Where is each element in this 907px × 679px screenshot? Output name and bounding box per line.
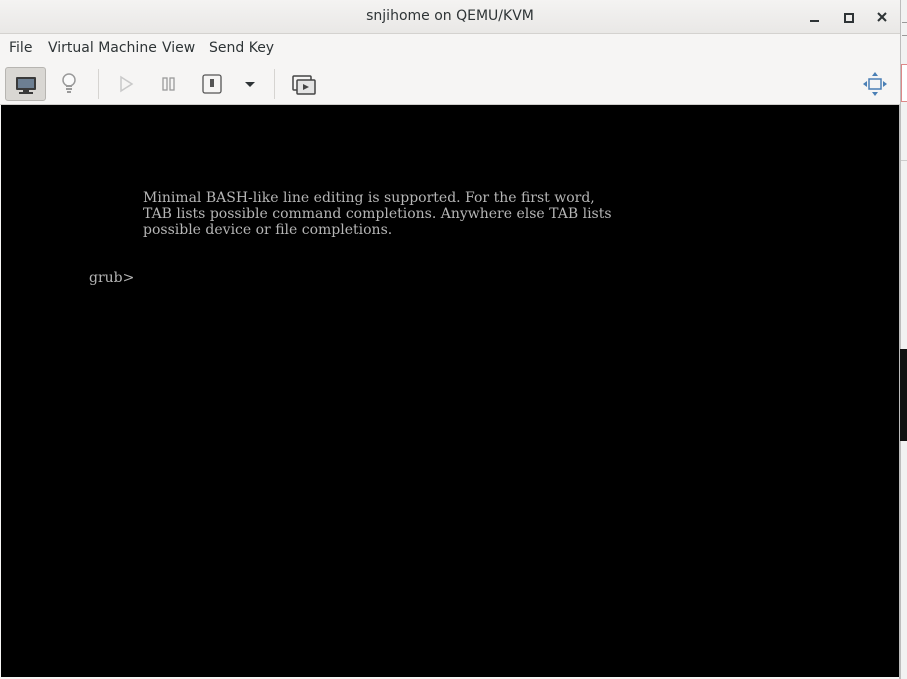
window-title: snjihome on QEMU/KVM xyxy=(366,8,534,24)
power-icon xyxy=(202,74,222,94)
close-button[interactable] xyxy=(873,8,891,26)
menu-virtual-machine[interactable]: Virtual Machine xyxy=(48,40,157,56)
vm-console-display[interactable]: Minimal BASH-like line editing is suppor… xyxy=(1,105,899,677)
console-text-line: TAB lists possible command completions. … xyxy=(143,206,612,222)
vm-viewer-window: snjihome on QEMU/KVM File Virtual Machin… xyxy=(0,0,900,679)
grub-prompt: grub> xyxy=(89,270,135,286)
background-window xyxy=(900,0,907,679)
background-window-line xyxy=(902,22,907,23)
dropdown-arrow-icon xyxy=(245,82,255,87)
menu-view[interactable]: View xyxy=(162,40,195,56)
background-window-line xyxy=(901,160,907,161)
menu-file[interactable]: File xyxy=(9,40,32,56)
background-window-fragment xyxy=(901,64,907,102)
fullscreen-icon xyxy=(863,72,887,96)
run-button[interactable] xyxy=(114,67,138,101)
toolbar-separator xyxy=(274,69,275,99)
toolbar xyxy=(0,63,900,105)
title-bar[interactable]: snjihome on QEMU/KVM xyxy=(0,0,900,34)
maximize-icon xyxy=(844,13,854,23)
play-icon xyxy=(120,75,134,93)
pause-icon xyxy=(162,77,175,91)
background-window-line xyxy=(902,35,907,36)
minimize-button[interactable] xyxy=(806,8,824,26)
console-view-button[interactable] xyxy=(5,67,46,101)
close-icon xyxy=(877,12,887,22)
console-text-line: possible device or file completions. xyxy=(143,222,393,238)
monitor-icon xyxy=(16,77,36,94)
menu-send-key[interactable]: Send Key xyxy=(209,40,274,56)
snapshot-manager-button[interactable] xyxy=(290,67,318,101)
details-view-button[interactable] xyxy=(56,67,82,101)
background-window-dark-panel xyxy=(900,349,907,441)
lightbulb-icon xyxy=(62,73,76,93)
snapshot-icon xyxy=(292,75,316,95)
toolbar-separator xyxy=(98,69,99,99)
console-text-line: Minimal BASH-like line editing is suppor… xyxy=(143,190,595,206)
shutdown-button[interactable] xyxy=(200,67,224,101)
fullscreen-button[interactable] xyxy=(861,67,889,101)
shutdown-menu-button[interactable] xyxy=(240,67,260,101)
menu-bar: File Virtual Machine View Send Key xyxy=(0,34,900,63)
maximize-button[interactable] xyxy=(839,8,857,26)
pause-button[interactable] xyxy=(157,67,181,101)
minimize-icon xyxy=(810,20,819,22)
